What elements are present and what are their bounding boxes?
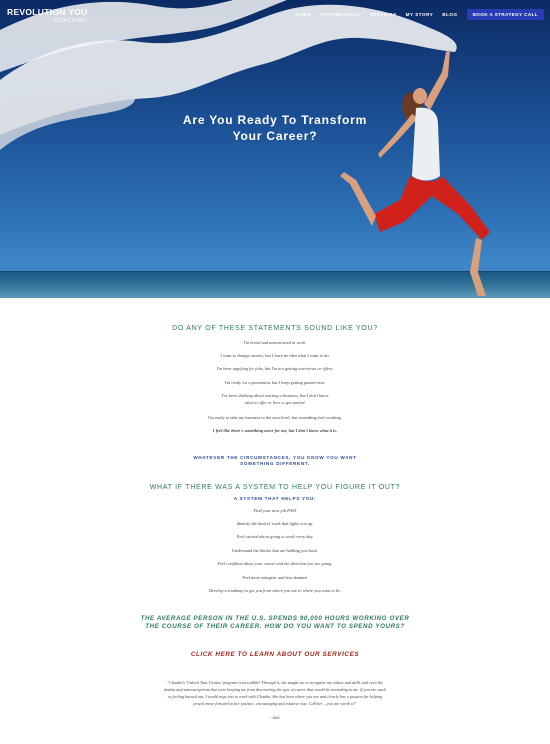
circumstances-line-2: SOMETHING DIFFERENT.	[240, 461, 310, 466]
statement-item: I'm bored and unmotivated at work.	[243, 340, 307, 345]
system-subheading: A SYSTEM THAT HELPS YOU:	[233, 496, 317, 501]
main-nav: HOME TESTIMONIALS SERVICES MY STORY BLOG…	[287, 9, 544, 20]
nav-item-home[interactable]: HOME	[296, 12, 312, 17]
testimonial-author: - Julie	[269, 715, 281, 720]
statement-item: I'm ready to take my business to the nex…	[208, 415, 342, 420]
woman-figure	[340, 50, 490, 296]
nav-item-my-story[interactable]: MY STORY	[406, 12, 434, 17]
system-item: Develop a roadmap to get you from where …	[208, 588, 342, 593]
brand-logo[interactable]: REVOLUTION YOU COACHING	[7, 7, 88, 25]
statements-heading: DO ANY OF THESE STATEMENTS SOUND LIKE YO…	[172, 325, 378, 332]
statement-item: I'm been applying for jobs, but I'm not …	[216, 366, 334, 371]
nav-item-blog[interactable]: BLOG	[442, 12, 457, 17]
statement-item: I've been thinking about starting a busi…	[221, 393, 329, 398]
system-item: Understand the blocks that are holding y…	[231, 548, 319, 553]
statement-item: I want to change careers, but I have no …	[220, 353, 330, 358]
logo-sub-text: COACHING	[53, 18, 88, 24]
statement-item: I'm ready for a promotion, but I keep ge…	[224, 380, 326, 385]
system-item: Feel excited about going to work every d…	[236, 534, 314, 539]
book-strategy-call-button[interactable]: BOOK A STRATEGY CALL	[466, 9, 544, 20]
nav-item-services[interactable]: SERVICES	[369, 12, 396, 17]
hero-section: REVOLUTION YOU COACHING HOME TESTIMONIAL…	[0, 0, 550, 298]
system-heading: WHAT IF THERE WAS A SYSTEM TO HELP YOU F…	[149, 484, 401, 491]
hero-title-line-1: Are You Ready To Transform	[182, 113, 368, 127]
system-item: Find your next job FAST	[253, 508, 297, 513]
system-item: Feel more energetic and less drained.	[242, 575, 308, 580]
statement-item: what to offer or how to get started.	[244, 400, 306, 405]
testimonial-line: people move forward in her positive, enc…	[193, 701, 357, 706]
system-item: Identify the kind of work that lights yo…	[236, 521, 314, 526]
testimonial-line: "Claudia's 'Unlock Your Genius' program …	[167, 680, 383, 685]
logo-main-text: REVOLUTION YOU	[7, 7, 88, 17]
testimonial-line: or feeling burned out, I would urge you …	[167, 694, 383, 699]
statement-item-highlight: I feel like there's something more for m…	[212, 428, 338, 433]
average-person-line-1: THE AVERAGE PERSON IN THE U.S. SPENDS 90…	[140, 615, 410, 622]
hero-title: Are You Ready To Transform Your Career?	[0, 112, 550, 144]
hero-title-line-2: Your Career?	[232, 129, 318, 143]
hero-image	[0, 0, 490, 296]
testimonial-line: doubts and misconceptions that were keep…	[164, 687, 386, 692]
system-item: Feel confident about your career and the…	[217, 561, 333, 566]
circumstances-line-1: WHATEVER THE CIRCUMSTANCES, YOU KNOW YOU…	[193, 455, 357, 460]
average-person-line-2: THE COURSE OF THEIR CAREER. HOW DO YOU W…	[145, 623, 405, 630]
learn-services-link[interactable]: CLICK HERE TO LEARN ABOUT OUR SERVICES	[0, 651, 550, 658]
nav-item-testimonials[interactable]: TESTIMONIALS	[320, 12, 360, 17]
